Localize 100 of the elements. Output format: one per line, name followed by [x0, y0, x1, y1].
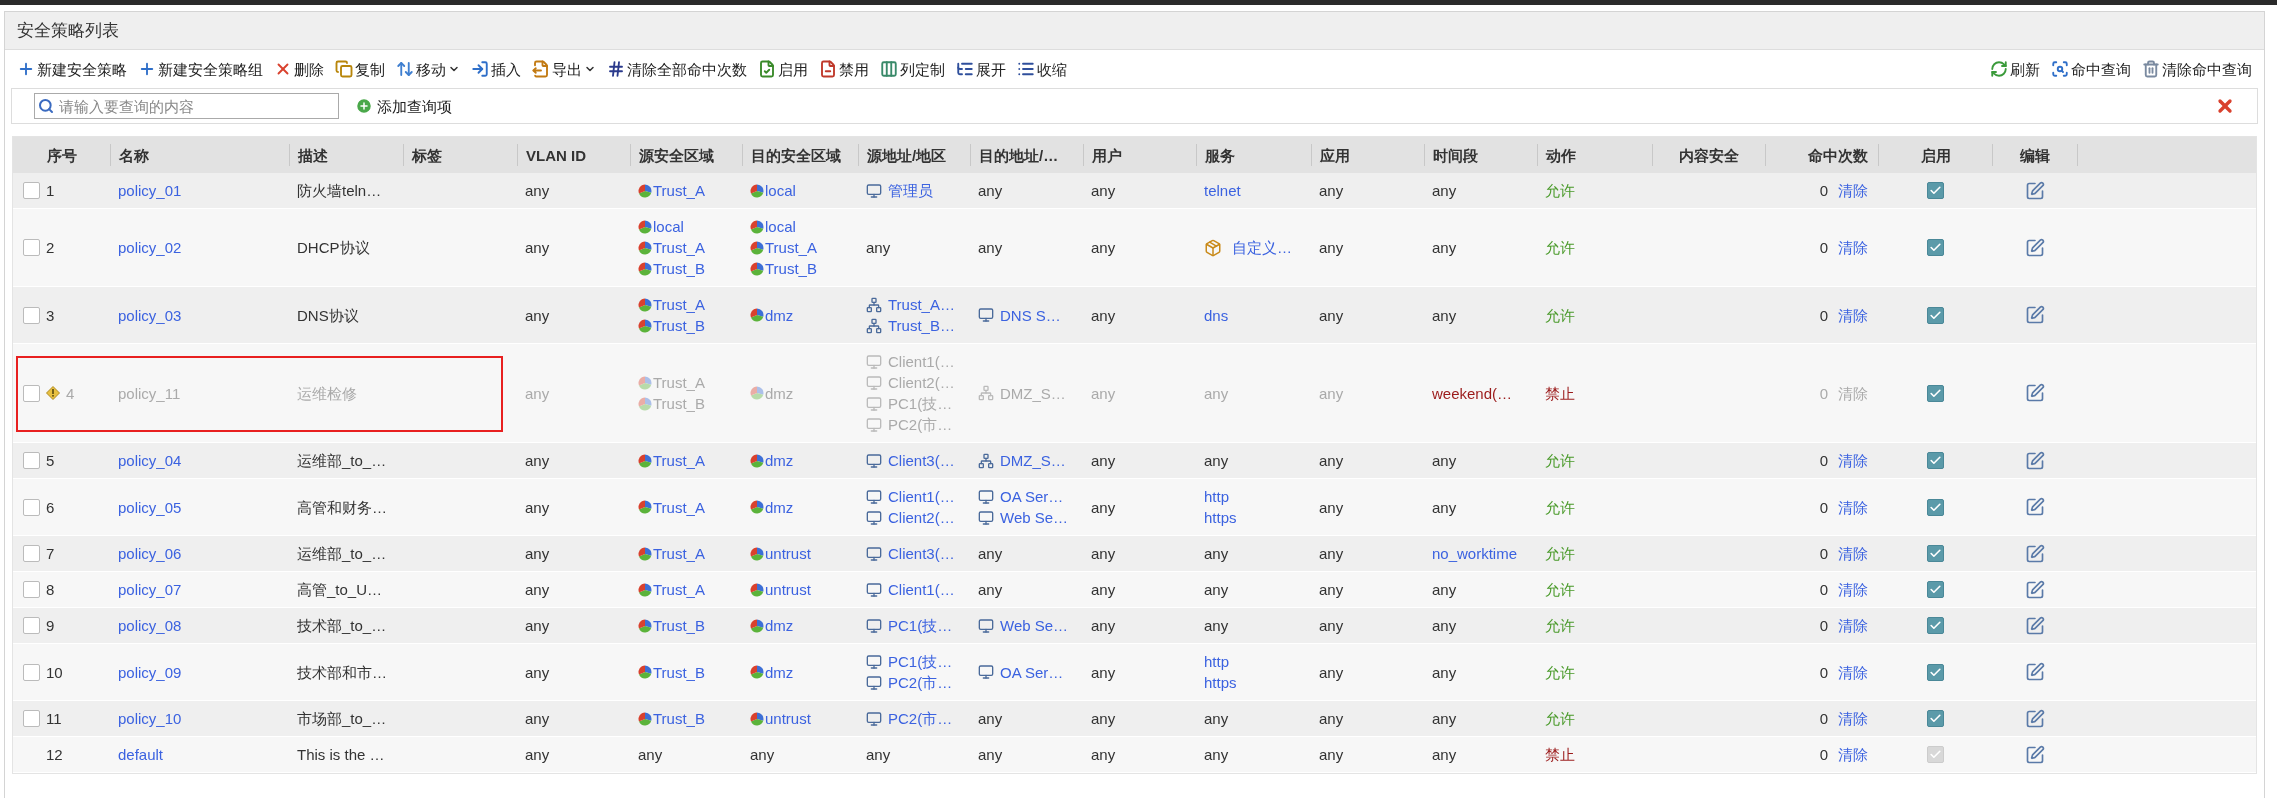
column-header[interactable]: 目的安全区域 [751, 144, 841, 166]
toolbar-button[interactable]: 新建安全策略 [17, 58, 127, 80]
zone-link[interactable]: Trust_B [638, 615, 734, 636]
toolbar-button[interactable]: 清除全部命中次数 [607, 58, 747, 80]
zone-link[interactable]: untrust [750, 708, 850, 729]
host-link[interactable]: Client1(… [866, 486, 962, 507]
zone-link[interactable]: Trust_A [638, 579, 734, 600]
clear-link[interactable]: 清除 [1838, 744, 1868, 765]
edit-icon[interactable] [2024, 579, 2045, 600]
host-link[interactable]: Client2(… [866, 507, 962, 528]
column-header[interactable]: 内容安全 [1679, 144, 1739, 166]
table-row[interactable]: 5 policy_04 运维部_to_… any Trust_A dmz Client3(… DMZ_S… any any any any 允许 0 清除 [13, 443, 2256, 479]
zone-link[interactable]: dmz [750, 615, 850, 636]
policy-name-link[interactable]: default [118, 744, 164, 765]
table-row[interactable]: 6 policy_05 高管和财务… any Trust_A dmz Client1(… Client2(… OA Ser… Web Se… any http https any any 允许 0 清除 [13, 479, 2256, 536]
table-row[interactable]: 9 policy_08 技术部_to_… any Trust_B dmz PC1(技… Web Se… any any any any 允许 0 清除 [13, 608, 2256, 644]
enabled-checkbox[interactable] [1926, 498, 1944, 516]
zone-link[interactable]: Trust_A [638, 294, 734, 315]
column-header[interactable]: 时间段 [1433, 144, 1478, 166]
column-header[interactable]: 名称 [119, 144, 149, 166]
row-checkbox[interactable] [23, 545, 40, 562]
row-checkbox[interactable] [23, 663, 40, 681]
host-link[interactable]: PC2(市… [866, 672, 962, 693]
zone-link[interactable]: Trust_B [638, 315, 734, 336]
toolbar-button[interactable]: 新建安全策略组 [138, 58, 263, 80]
table-row[interactable]: 1 policy_01 防火墙teln… any Trust_A local 管理员 any any telnet any any 允许 0 清除 [13, 173, 2256, 209]
zone-link[interactable]: local [750, 180, 850, 201]
toolbar-button[interactable]: 插入 [471, 58, 521, 80]
edit-icon[interactable] [2024, 180, 2045, 201]
row-checkbox[interactable] [23, 452, 40, 469]
clear-link[interactable]: 清除 [1838, 579, 1868, 600]
row-checkbox[interactable] [23, 498, 40, 516]
policy-name-link[interactable]: policy_03 [118, 304, 182, 326]
toolbar-button[interactable]: 刷新 [1990, 58, 2040, 80]
table-row[interactable]: 4 policy_11 运维检修 any Trust_A Trust_B dmz Client1(… Client2(… PC1(技… PC2(市… DMZ_S… any any any weekend(… 禁止 0 清除 [13, 344, 2256, 443]
clear-link[interactable]: 清除 [1838, 237, 1868, 258]
row-checkbox[interactable] [23, 617, 40, 634]
table-row[interactable]: 8 policy_07 高管_to_U… any Trust_A untrust Client1(… any any any any any 允许 0 清除 [13, 572, 2256, 608]
host-link[interactable]: DNS S… [978, 304, 1075, 326]
column-header[interactable]: 源地址/地区 [867, 144, 947, 166]
toolbar-button[interactable]: 收缩 [1017, 58, 1067, 80]
policy-name-link[interactable]: policy_05 [118, 496, 182, 518]
policy-name-link[interactable]: policy_02 [118, 237, 182, 258]
edit-icon[interactable] [2024, 744, 2045, 765]
column-header[interactable]: 服务 [1205, 144, 1235, 166]
column-header[interactable]: 描述 [298, 144, 328, 166]
enabled-checkbox[interactable] [1926, 663, 1944, 681]
item-link[interactable]: http [1204, 486, 1303, 507]
column-header[interactable]: 源安全区域 [639, 144, 714, 166]
row-checkbox[interactable] [23, 182, 40, 199]
edit-icon[interactable] [2024, 615, 2045, 636]
toolbar-button[interactable]: 启用 [758, 58, 808, 80]
zone-link[interactable]: Trust_B [750, 258, 850, 279]
network-link[interactable]: DMZ_S… [978, 450, 1075, 471]
toolbar-button[interactable]: 清除命中查询 [2142, 58, 2252, 80]
host-link[interactable]: Client3(… [866, 450, 962, 471]
toolbar-button[interactable]: 命中查询 [2051, 58, 2131, 80]
clear-link[interactable]: 清除 [1838, 496, 1868, 518]
zone-link[interactable]: Trust_B [638, 661, 734, 683]
zone-link[interactable]: local [638, 216, 734, 237]
clear-link[interactable]: 清除 [1838, 304, 1868, 326]
host-link[interactable]: Client1(… [866, 579, 962, 600]
toolbar-button[interactable]: 删除 [274, 58, 324, 80]
column-header[interactable]: VLAN ID [526, 144, 586, 166]
enabled-checkbox[interactable] [1926, 545, 1944, 562]
network-link[interactable]: Trust_A… [866, 294, 962, 315]
enabled-checkbox[interactable] [1926, 306, 1944, 324]
host-link[interactable]: Web Se… [978, 615, 1075, 636]
column-header[interactable]: 动作 [1546, 144, 1576, 166]
enabled-checkbox[interactable] [1926, 384, 1944, 402]
zone-link[interactable]: Trust_A [638, 450, 734, 471]
row-checkbox[interactable] [23, 710, 40, 727]
clear-link[interactable]: 清除 [1838, 615, 1868, 636]
clear-link[interactable]: 清除 [1838, 180, 1868, 201]
column-header[interactable]: 目的地址/… [979, 144, 1059, 166]
zone-link[interactable]: local [750, 216, 850, 237]
row-checkbox[interactable] [23, 581, 40, 598]
column-header[interactable]: 用户 [1092, 144, 1122, 166]
zone-link[interactable]: Trust_A [638, 180, 734, 201]
dropdown-button[interactable]: 移动 [396, 58, 460, 80]
host-link[interactable]: PC1(技… [866, 651, 962, 672]
edit-icon[interactable] [2024, 450, 2045, 471]
toolbar-button[interactable]: 复制 [335, 58, 385, 80]
enabled-checkbox[interactable] [1926, 239, 1944, 256]
item-link[interactable]: telnet [1204, 180, 1303, 201]
item-link[interactable]: http [1204, 651, 1303, 672]
table-row[interactable]: 7 policy_06 运维部_to_… any Trust_A untrust Client3(… any any any any no_worktime 允许 0 清除 [13, 536, 2256, 572]
item-link[interactable]: no_worktime [1432, 543, 1529, 564]
zone-link[interactable]: untrust [750, 543, 850, 564]
row-checkbox[interactable] [23, 239, 40, 256]
host-link[interactable]: PC2(市… [866, 708, 962, 729]
enabled-checkbox[interactable] [1926, 710, 1944, 727]
zone-link[interactable]: Trust_A [638, 543, 734, 564]
host-link[interactable]: Client3(… [866, 543, 962, 564]
column-header[interactable]: 标签 [412, 144, 442, 166]
table-row[interactable]: 2 policy_02 DHCP协议 any local Trust_A Trust_B local Trust_A Trust_B any any any 自定义… any any 允许 0 清除 [13, 209, 2256, 287]
toolbar-button[interactable]: 禁用 [819, 58, 869, 80]
clear-link[interactable]: 清除 [1838, 543, 1868, 564]
clear-link[interactable]: 清除 [1838, 708, 1868, 729]
zone-link[interactable]: dmz [750, 450, 850, 471]
